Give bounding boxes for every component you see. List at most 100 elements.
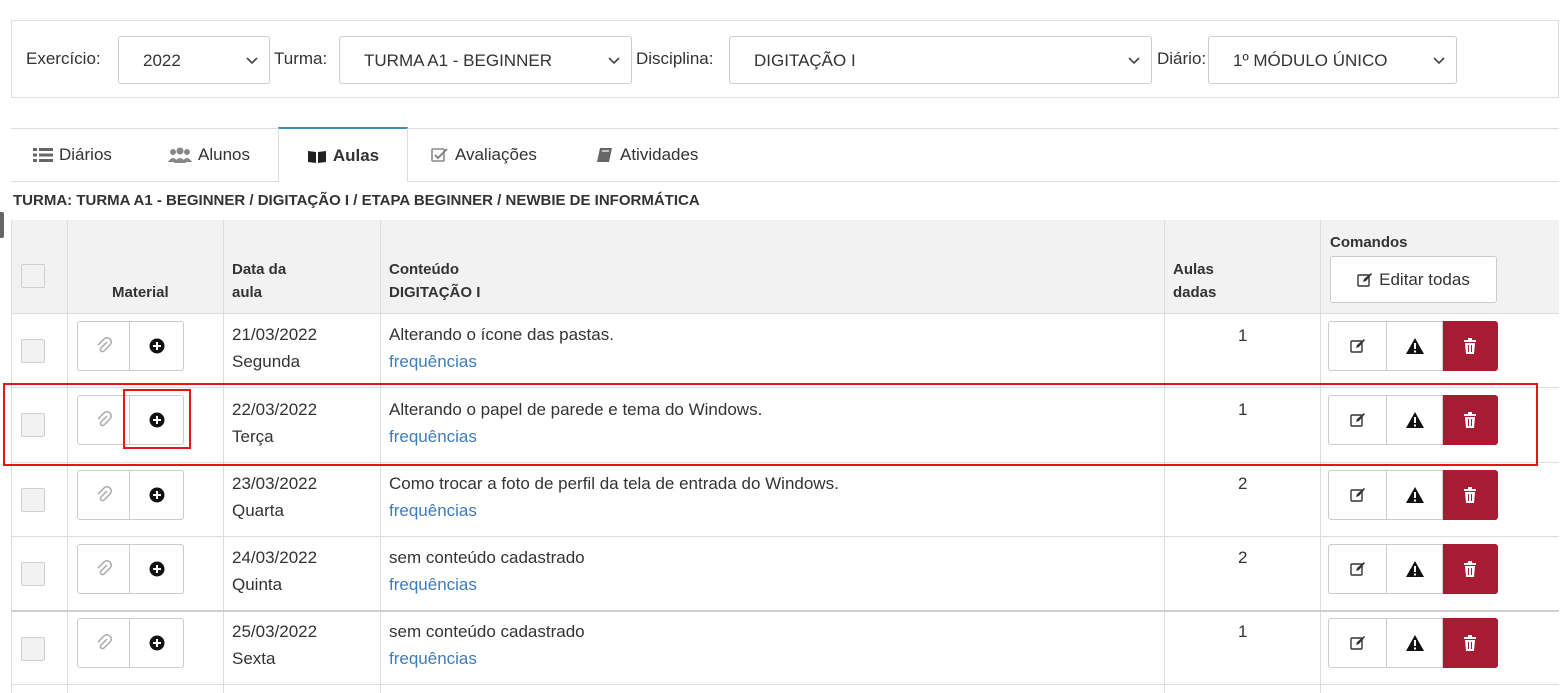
row-content: Alterando o ícone das pastas. bbox=[389, 325, 614, 344]
diario-select[interactable]: 1º MÓDULO ÚNICO bbox=[1208, 36, 1457, 84]
row-border bbox=[11, 684, 1559, 685]
disciplina-select[interactable]: DIGITAÇÃO I bbox=[729, 36, 1152, 84]
attachment-button[interactable] bbox=[77, 321, 130, 371]
row-date: 22/03/2022 bbox=[232, 400, 318, 419]
tab-avaliacoes-label: Avaliações bbox=[455, 145, 537, 164]
header-conteudo-line1: Conteúdo bbox=[389, 261, 459, 278]
warning-button[interactable] bbox=[1387, 395, 1443, 445]
tab-bar: Diários Alunos Aulas Avaliações Atividad… bbox=[11, 127, 1559, 182]
turma-value: TURMA A1 - BEGINNER bbox=[364, 51, 552, 70]
edit-icon bbox=[1357, 272, 1373, 287]
edit-icon bbox=[1349, 488, 1365, 502]
tab-diarios[interactable]: Diários bbox=[33, 128, 112, 182]
delete-button[interactable] bbox=[1443, 395, 1498, 445]
frequencias-link[interactable]: frequências bbox=[389, 349, 477, 374]
frequencias-link[interactable]: frequências bbox=[389, 646, 477, 671]
select-all-checkbox[interactable] bbox=[21, 264, 45, 288]
row-checkbox[interactable] bbox=[21, 562, 45, 586]
edit-icon bbox=[1349, 339, 1365, 353]
edit-button[interactable] bbox=[1328, 544, 1387, 594]
row-weekday: Quinta bbox=[232, 575, 283, 594]
material-buttons bbox=[77, 544, 184, 594]
row-aulas-dadas: 1 bbox=[1238, 400, 1248, 419]
add-material-button[interactable] bbox=[130, 618, 184, 668]
trash-icon bbox=[1464, 338, 1476, 354]
disciplina-label: Disciplina: bbox=[636, 49, 714, 68]
edit-button[interactable] bbox=[1328, 395, 1387, 445]
row-aulas-dadas: 1 bbox=[1238, 326, 1248, 345]
warning-button[interactable] bbox=[1387, 618, 1443, 668]
trash-icon bbox=[1464, 561, 1476, 577]
row-border bbox=[11, 536, 1559, 537]
row-checkbox[interactable] bbox=[21, 413, 45, 437]
col-border bbox=[1164, 220, 1165, 693]
tab-alunos[interactable]: Alunos bbox=[168, 128, 250, 182]
side-handle[interactable] bbox=[0, 212, 4, 238]
delete-button[interactable] bbox=[1443, 544, 1498, 594]
frequencias-link[interactable]: frequências bbox=[389, 572, 477, 597]
edit-button[interactable] bbox=[1328, 470, 1387, 520]
plus-circle-icon bbox=[149, 412, 164, 428]
add-material-button[interactable] bbox=[130, 544, 184, 594]
row-commands bbox=[1328, 470, 1498, 520]
paperclip-icon bbox=[96, 560, 112, 576]
attachment-button[interactable] bbox=[77, 544, 130, 594]
warning-button[interactable] bbox=[1387, 321, 1443, 371]
add-material-button[interactable] bbox=[130, 395, 184, 445]
edit-button[interactable] bbox=[1328, 321, 1387, 371]
row-commands bbox=[1328, 321, 1498, 371]
edit-button[interactable] bbox=[1328, 618, 1387, 668]
warning-button[interactable] bbox=[1387, 470, 1443, 520]
delete-button[interactable] bbox=[1443, 321, 1498, 371]
row-checkbox[interactable] bbox=[21, 488, 45, 512]
material-buttons bbox=[77, 470, 184, 520]
attachment-button[interactable] bbox=[77, 470, 130, 520]
row-border bbox=[11, 387, 1559, 388]
warning-button[interactable] bbox=[1387, 544, 1443, 594]
plus-circle-icon bbox=[149, 561, 164, 577]
tab-avaliacoes[interactable]: Avaliações bbox=[431, 128, 537, 182]
row-border bbox=[11, 462, 1559, 463]
add-material-button[interactable] bbox=[130, 470, 184, 520]
paperclip-icon bbox=[96, 337, 112, 353]
row-commands bbox=[1328, 544, 1498, 594]
book-icon bbox=[596, 147, 614, 163]
row-border bbox=[11, 610, 1559, 612]
diario-value: 1º MÓDULO ÚNICO bbox=[1233, 51, 1388, 70]
tab-atividades-label: Atividades bbox=[620, 145, 699, 164]
exercicio-select[interactable]: 2022 bbox=[118, 36, 270, 84]
book-icon bbox=[307, 148, 327, 164]
turma-breadcrumb: TURMA: TURMA A1 - BEGINNER / DIGITAÇÃO I… bbox=[13, 192, 700, 209]
frequencias-link[interactable]: frequências bbox=[389, 424, 477, 449]
material-buttons bbox=[77, 395, 184, 445]
row-checkbox[interactable] bbox=[21, 339, 45, 363]
row-checkbox[interactable] bbox=[21, 637, 45, 661]
header-aulas-dadas: Aulas dadas bbox=[1173, 258, 1216, 304]
delete-button[interactable] bbox=[1443, 618, 1498, 668]
add-material-button[interactable] bbox=[130, 321, 184, 371]
turma-select[interactable]: TURMA A1 - BEGINNER bbox=[339, 36, 632, 84]
row-weekday: Segunda bbox=[232, 352, 301, 371]
warning-icon bbox=[1405, 635, 1424, 651]
attachment-button[interactable] bbox=[77, 395, 130, 445]
col-border bbox=[1320, 220, 1321, 693]
edit-icon bbox=[1349, 636, 1365, 650]
tab-diarios-label: Diários bbox=[59, 145, 112, 164]
disciplina-value: DIGITAÇÃO I bbox=[754, 51, 856, 70]
row-date: 23/03/2022 bbox=[232, 474, 318, 493]
delete-button[interactable] bbox=[1443, 470, 1498, 520]
row-aulas-dadas: 2 bbox=[1238, 548, 1248, 567]
tab-aulas[interactable]: Aulas bbox=[278, 127, 408, 182]
edit-icon bbox=[1349, 562, 1365, 576]
row-content: Como trocar a foto de perfil da tela de … bbox=[389, 474, 839, 493]
row-weekday: Terça bbox=[232, 427, 274, 446]
row-weekday: Sexta bbox=[232, 649, 276, 668]
attachment-button[interactable] bbox=[77, 618, 130, 668]
row-date: 25/03/2022 bbox=[232, 622, 318, 641]
tab-atividades[interactable]: Atividades bbox=[596, 128, 698, 182]
aulas-table: Material Data da aula Conteúdo DIGITAÇÃO… bbox=[11, 220, 1559, 693]
chevron-down-icon bbox=[608, 57, 620, 65]
edit-all-button[interactable]: Editar todas bbox=[1330, 256, 1497, 303]
frequencias-link[interactable]: frequências bbox=[389, 498, 477, 523]
plus-circle-icon bbox=[149, 338, 164, 354]
